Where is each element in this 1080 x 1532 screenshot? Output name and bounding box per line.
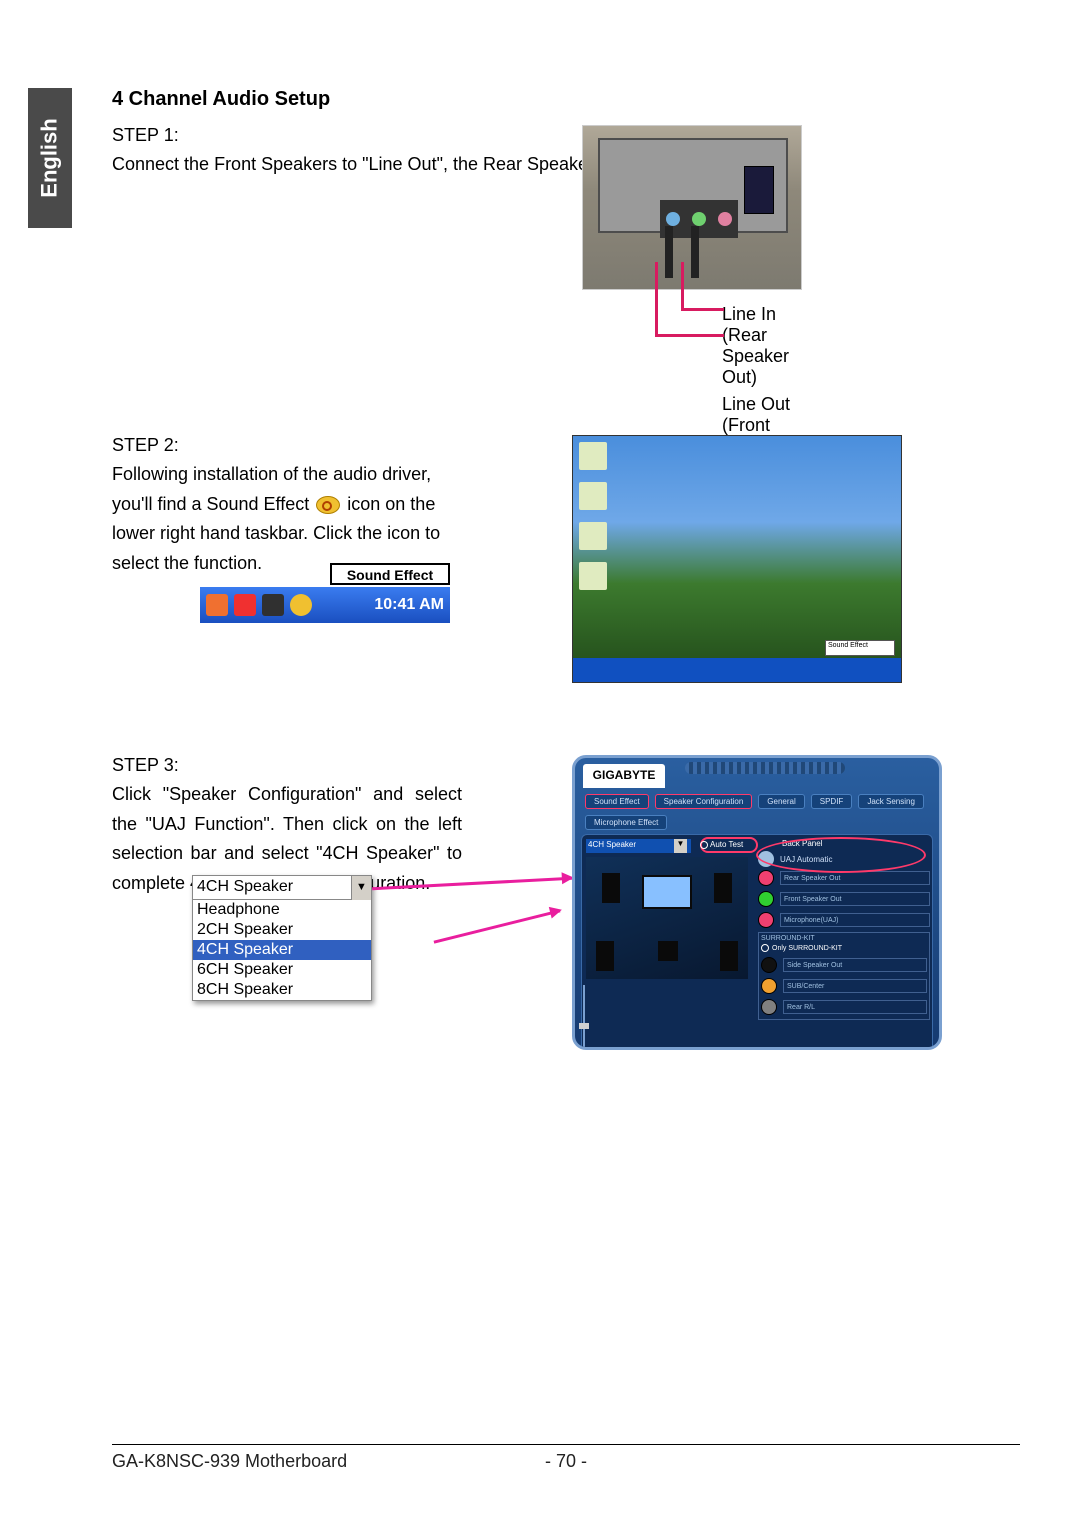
step2: STEP 2: Following installation of the au… (112, 435, 1020, 695)
tv-icon (642, 875, 692, 909)
jack-panel: Back Panel UAJ Automatic Rear Speaker Ou… (758, 839, 930, 1020)
port-rear-icon (758, 870, 774, 886)
tray-icon-1[interactable] (206, 594, 228, 616)
desktop-taskbar (573, 658, 901, 682)
sound-effect-tip-small: Sound Effect (825, 640, 895, 656)
tab-jack-sensing[interactable]: Jack Sensing (858, 794, 924, 809)
page-content: 4 Channel Audio Setup STEP 1: Connect th… (112, 88, 1020, 1115)
lead-line-out (655, 262, 658, 334)
step2-label: STEP 2: (112, 435, 462, 456)
speaker-rear-left-icon (596, 941, 614, 971)
auto-test-radio[interactable]: Auto Test (700, 840, 743, 849)
chevron-down-icon[interactable]: ▼ (674, 839, 687, 853)
dropdown-item-6ch[interactable]: 6CH Speaker (193, 960, 371, 980)
step3-label: STEP 3: (112, 755, 462, 776)
lead-line-out-h (655, 334, 724, 337)
highlight-circle-uaj (756, 837, 926, 873)
port-side-icon (761, 957, 777, 973)
figure-desktop: Sound Effect (572, 435, 902, 683)
tray-icon-3[interactable] (262, 594, 284, 616)
taskbar-clock: 10:41 AM (374, 596, 444, 614)
port-sub-icon (761, 978, 777, 994)
section-title: 4 Channel Audio Setup (112, 88, 1020, 111)
tab-sound-effect[interactable]: Sound Effect (585, 794, 649, 809)
dropdown-item-4ch[interactable]: 4CH Speaker (193, 940, 371, 960)
room-diagram (586, 857, 748, 979)
desktop-icon (579, 522, 607, 550)
dropdown-item-headphone[interactable]: Headphone (193, 900, 371, 920)
port-rear-rl-icon (761, 999, 777, 1015)
port-mic-label: Microphone(UAJ) (780, 913, 930, 927)
cable-2 (691, 226, 699, 278)
step3: STEP 3: Click "Speaker Configuration" an… (112, 755, 1020, 1075)
jack-mic-icon (718, 212, 732, 226)
speaker-dropdown-value: 4CH Speaker (197, 878, 293, 895)
window-brand: GIGABYTE (583, 764, 665, 788)
port-sub-label: SUB/Center (783, 979, 927, 993)
port-rear-rl-label: Rear R/L (783, 1000, 927, 1014)
chevron-down-icon[interactable]: ▼ (351, 876, 371, 900)
window-tabs: Sound Effect Speaker Configuration Gener… (585, 794, 929, 830)
figure-io-panel: Line In (Rear Speaker Out) Line Out (Fro… (572, 125, 902, 478)
speaker-dropdown-list: Headphone 2CH Speaker 4CH Speaker 6CH Sp… (193, 900, 371, 1000)
desktop-icon (579, 482, 607, 510)
port-mic-icon (758, 912, 774, 928)
speaker-dropdown-zoom: 4CH Speaker ▼ Headphone 2CH Speaker 4CH … (192, 875, 372, 1001)
callout-arrow-1 (434, 909, 561, 943)
taskbar: 10:41 AM (200, 587, 450, 623)
io-photo (582, 125, 802, 290)
step1: STEP 1: Connect the Front Speakers to "L… (112, 125, 1020, 375)
io-shield (598, 138, 788, 233)
cable-1 (665, 226, 673, 278)
step2-text: Following installation of the audio driv… (112, 460, 462, 579)
dropdown-item-8ch[interactable]: 8CH Speaker (193, 980, 371, 1000)
sound-effect-icon (316, 496, 340, 514)
speaker-front-right-icon (714, 873, 732, 903)
speaker-front-left-icon (602, 873, 620, 903)
speaker-config-window: GIGABYTE Sound Effect Speaker Configurat… (572, 755, 942, 1050)
desktop-icon (579, 442, 607, 470)
port-front-icon (758, 891, 774, 907)
tray-icon-2[interactable] (234, 594, 256, 616)
jack-line-in-icon (666, 212, 680, 226)
port-side-label: Side Speaker Out (783, 958, 927, 972)
dropdown-item-2ch[interactable]: 2CH Speaker (193, 920, 371, 940)
window-body: 4CH Speaker ▼ Auto Test Back Panel (581, 834, 933, 1050)
footer-product: GA-K8NSC-939 Motherboard (112, 1451, 347, 1472)
tab-spdif[interactable]: SPDIF (811, 794, 853, 809)
speaker-dropdown-selected[interactable]: 4CH Speaker ▼ (193, 876, 371, 900)
page-footer: GA-K8NSC-939 Motherboard - 70 - (112, 1444, 1020, 1472)
tab-speaker-config[interactable]: Speaker Configuration (655, 794, 753, 809)
sound-effect-tooltip: Sound Effect (330, 563, 450, 585)
port-front-label: Front Speaker Out (780, 892, 930, 906)
port-block (744, 166, 774, 214)
language-label: English (37, 118, 63, 197)
desktop-icon (579, 562, 607, 590)
volume-slider[interactable] (579, 985, 589, 1047)
lead-line-in-h (681, 308, 724, 311)
taskbar-zoom: Sound Effect 10:41 AM (200, 563, 450, 625)
footer-page-number: - 70 - (545, 1451, 587, 1472)
surround-kit-title: SURROUND-KIT (761, 935, 927, 942)
only-surround-radio[interactable]: Only SURROUND-KIT (761, 944, 927, 952)
tray-sound-effect-icon[interactable] (290, 594, 312, 616)
tab-mic-effect[interactable]: Microphone Effect (585, 815, 667, 830)
surround-kit-group: SURROUND-KIT Only SURROUND-KIT Side Spea… (758, 932, 930, 1020)
subwoofer-icon (658, 941, 678, 961)
window-grip-icon (685, 762, 845, 774)
language-tab: English (28, 88, 72, 228)
speaker-rear-right-icon (720, 941, 738, 971)
callout-line-in: Line In (Rear Speaker Out) (722, 304, 802, 388)
tab-general[interactable]: General (758, 794, 804, 809)
port-rear-label: Rear Speaker Out (780, 871, 930, 885)
jack-line-out-icon (692, 212, 706, 226)
lead-line-in (681, 262, 684, 308)
